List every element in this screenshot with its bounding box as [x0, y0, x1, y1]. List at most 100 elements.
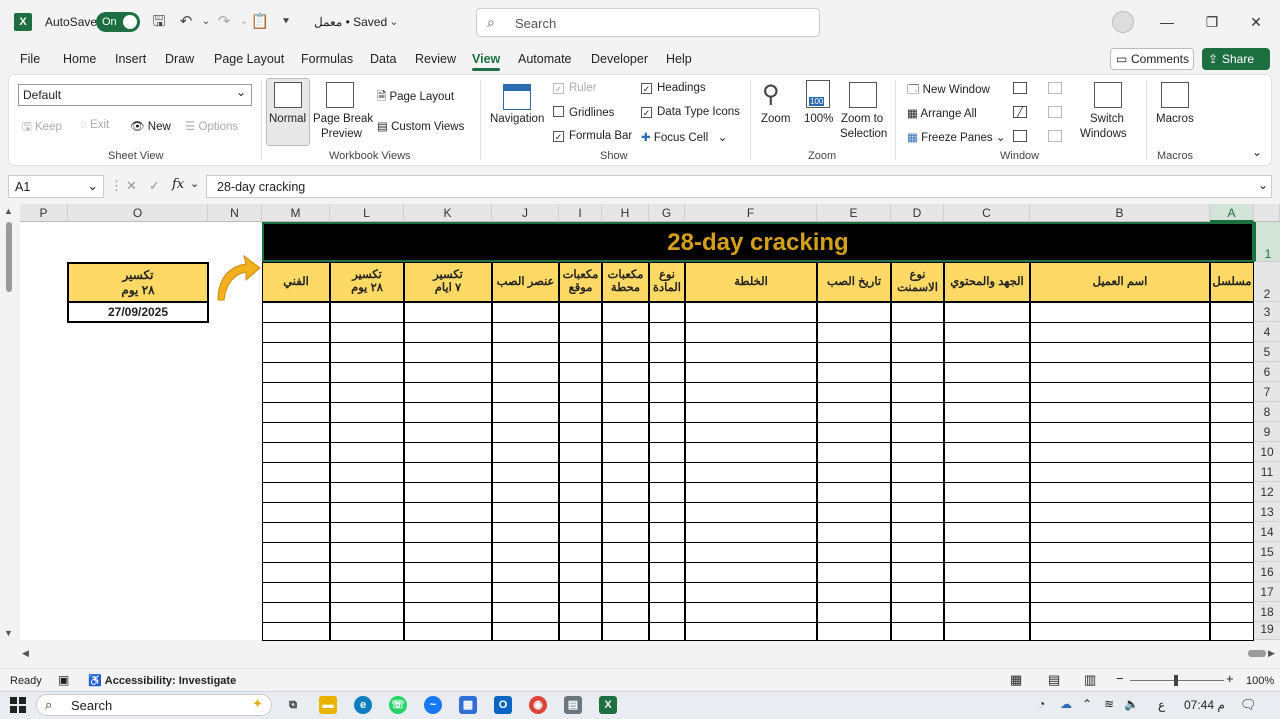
tab-insert[interactable]: Insert: [115, 52, 146, 66]
grid-cell[interactable]: [404, 542, 492, 563]
tray-widgets-icon[interactable]: ◔: [1038, 697, 1045, 711]
grid-cell[interactable]: [685, 342, 817, 363]
header-client-name[interactable]: اسم العميل: [1030, 262, 1210, 302]
grid-cell[interactable]: [1030, 422, 1210, 443]
column-header-G[interactable]: G: [649, 204, 685, 222]
grid-cell[interactable]: [817, 322, 891, 343]
grid-cell[interactable]: [559, 542, 602, 563]
tab-formulas[interactable]: Formulas: [301, 52, 353, 66]
grid-cell[interactable]: [492, 322, 559, 343]
grid-cell[interactable]: [559, 562, 602, 583]
grid-cell[interactable]: [649, 362, 685, 383]
grid-cell[interactable]: [602, 462, 649, 483]
grid-cell[interactable]: [492, 522, 559, 543]
keep-button[interactable]: 🖫 Keep: [22, 119, 62, 138]
header-material-type[interactable]: نوع المادة: [649, 262, 685, 302]
grid-cell[interactable]: [262, 302, 330, 323]
tab-review[interactable]: Review: [415, 52, 456, 66]
data-type-icons-checkbox[interactable]: ✓ Data Type Icons: [641, 106, 740, 118]
row-header-1[interactable]: 1: [1254, 222, 1280, 262]
row-header-9[interactable]: 9: [1254, 422, 1280, 442]
title-chevron-down-icon[interactable]: ⌄: [384, 12, 404, 32]
zoom-in-icon[interactable]: +: [1226, 671, 1234, 686]
grid-cell[interactable]: [1030, 342, 1210, 363]
grid-cell[interactable]: [262, 462, 330, 483]
header-pour-element[interactable]: عنصر الصب: [492, 262, 559, 302]
grid-cell[interactable]: [944, 342, 1030, 363]
avatar[interactable]: [1112, 11, 1134, 33]
column-header-D[interactable]: D: [891, 204, 944, 222]
grid-cell[interactable]: [262, 382, 330, 403]
save-icon[interactable]: 🖫: [149, 12, 169, 32]
grid-cell[interactable]: [1210, 322, 1254, 343]
grid-cell[interactable]: [559, 502, 602, 523]
grid-cell[interactable]: [559, 482, 602, 503]
grid-cell[interactable]: [262, 502, 330, 523]
notifications-icon[interactable]: 🗨: [1240, 697, 1257, 713]
grid-cell[interactable]: [944, 462, 1030, 483]
row-header-2[interactable]: 2: [1254, 262, 1280, 302]
grid-cell[interactable]: [817, 622, 891, 641]
view-side-by-side-icon[interactable]: [1048, 82, 1062, 94]
paste-icon[interactable]: 📋: [250, 12, 270, 32]
grid-cell[interactable]: [1210, 502, 1254, 523]
grid-cell[interactable]: [602, 422, 649, 443]
column-header-M[interactable]: M: [262, 204, 330, 222]
wifi-icon[interactable]: ≋: [1104, 697, 1114, 711]
tab-automate[interactable]: Automate: [518, 52, 572, 66]
grid-cell[interactable]: [891, 582, 944, 603]
grid-cell[interactable]: [649, 322, 685, 343]
name-box[interactable]: A1: [8, 175, 104, 198]
grid-cell[interactable]: [817, 342, 891, 363]
grid-cell[interactable]: [262, 342, 330, 363]
grid-cell[interactable]: [492, 402, 559, 423]
scroll-left-icon[interactable]: ◀: [22, 648, 29, 659]
grid-cell[interactable]: [649, 502, 685, 523]
onedrive-icon[interactable]: ☁: [1060, 697, 1072, 711]
grid-cell[interactable]: [944, 542, 1030, 563]
grid-cell[interactable]: [649, 302, 685, 323]
grid-cell[interactable]: [1210, 362, 1254, 383]
grid-cell[interactable]: [944, 582, 1030, 603]
row-header-8[interactable]: 8: [1254, 402, 1280, 422]
column-header-C[interactable]: C: [944, 204, 1030, 222]
tab-file[interactable]: File: [20, 52, 40, 66]
sheet-title-cell[interactable]: 28-day cracking: [262, 222, 1254, 262]
grid-cell[interactable]: [1030, 522, 1210, 543]
grid-cell[interactable]: [1030, 602, 1210, 623]
grid-cell[interactable]: [404, 382, 492, 403]
header-mix[interactable]: الخلطة: [685, 262, 817, 302]
arrange-all-button[interactable]: ▦ Arrange All: [907, 106, 977, 120]
grid-cell[interactable]: [559, 322, 602, 343]
grid-cell[interactable]: [492, 622, 559, 641]
grid-cell[interactable]: [891, 322, 944, 343]
grid-cell[interactable]: [1030, 562, 1210, 583]
grid-cell[interactable]: [891, 402, 944, 423]
formula-expand-chevron-icon[interactable]: ⌄: [1258, 178, 1268, 192]
grid-cell[interactable]: [404, 562, 492, 583]
side-crack-label-box[interactable]: تكسير ٢٨ يوم: [67, 262, 209, 303]
row-header-11[interactable]: 11: [1254, 462, 1280, 482]
grid-cell[interactable]: [817, 542, 891, 563]
grid-cell[interactable]: [685, 502, 817, 523]
grid-cell[interactable]: [330, 362, 404, 383]
grid-cell[interactable]: [262, 582, 330, 603]
grid-cell[interactable]: [649, 582, 685, 603]
row-header-13[interactable]: 13: [1254, 502, 1280, 522]
grid-cell[interactable]: [262, 442, 330, 463]
grid-cell[interactable]: [404, 362, 492, 383]
grid-cell[interactable]: [685, 362, 817, 383]
curved-arrow-icon[interactable]: [212, 250, 264, 304]
grid-cell[interactable]: [262, 562, 330, 583]
grid-cell[interactable]: [602, 442, 649, 463]
grid-cell[interactable]: [602, 322, 649, 343]
header-site-cubes[interactable]: مكعبات موقع: [559, 262, 602, 302]
grid-cell[interactable]: [891, 362, 944, 383]
task-view-icon[interactable]: ⧉: [284, 696, 302, 714]
grid-cell[interactable]: [1030, 462, 1210, 483]
grid-cell[interactable]: [262, 522, 330, 543]
grid-cell[interactable]: [685, 482, 817, 503]
restore-icon[interactable]: ❐: [1200, 10, 1224, 34]
grid-cell[interactable]: [330, 502, 404, 523]
formula-bar-checkbox[interactable]: ✓ Formula Bar: [553, 130, 632, 142]
